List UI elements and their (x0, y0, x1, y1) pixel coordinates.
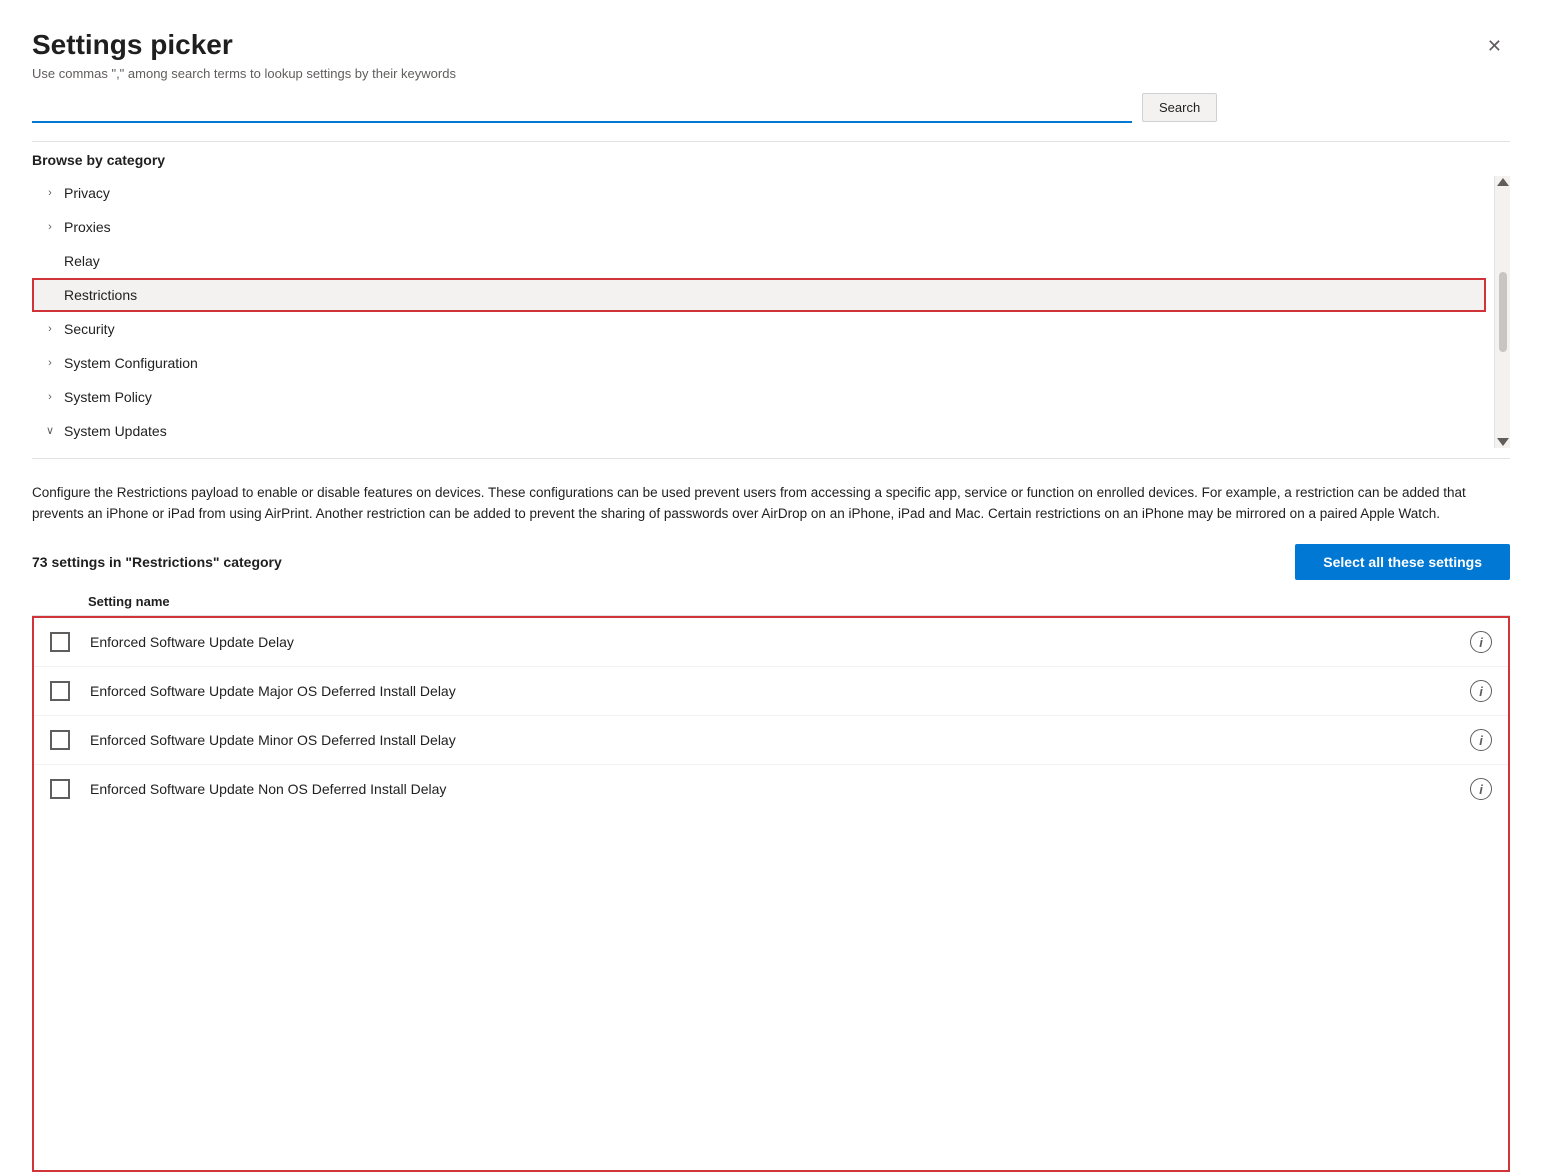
category-item-system-updates[interactable]: ∨ System Updates (32, 414, 1486, 448)
category-list: › Privacy › Proxies Relay Restrictions › Securi… (32, 176, 1494, 448)
dialog-title: Settings picker (32, 28, 233, 62)
category-scrollbar[interactable] (1494, 176, 1510, 448)
info-icon-s4[interactable]: i (1470, 778, 1492, 800)
chevron-down-icon: ∨ (42, 423, 58, 439)
category-item-security[interactable]: › Security (32, 312, 1486, 346)
dialog-subtitle: Use commas "," among search terms to loo… (32, 66, 1510, 81)
category-item-system-configuration[interactable]: › System Configuration (32, 346, 1486, 380)
close-button[interactable]: ✕ (1479, 32, 1510, 61)
setting-row: Enforced Software Update Delay i (34, 618, 1508, 667)
category-item-privacy[interactable]: › Privacy (32, 176, 1486, 210)
settings-header: 73 settings in "Restrictions" category S… (32, 544, 1510, 580)
chevron-right-icon: › (42, 389, 58, 405)
chevron-right-icon: › (42, 355, 58, 371)
setting-name-s1: Enforced Software Update Delay (90, 634, 1462, 650)
setting-row: Enforced Software Update Major OS Deferr… (34, 667, 1508, 716)
setting-checkbox-s2[interactable] (50, 681, 70, 701)
setting-name-s3: Enforced Software Update Minor OS Deferr… (90, 732, 1462, 748)
dialog-header: Settings picker ✕ (32, 28, 1510, 62)
settings-list: Enforced Software Update DelayiEnforced … (32, 616, 1510, 1172)
info-icon-s1[interactable]: i (1470, 631, 1492, 653)
settings-column-header: Setting name (32, 588, 1510, 616)
scroll-up-arrow[interactable] (1497, 178, 1509, 186)
chevron-right-icon: › (42, 219, 58, 235)
category-label-system-updates: System Updates (64, 423, 167, 439)
browse-by-category-label: Browse by category (32, 152, 1510, 168)
setting-row: Enforced Software Update Non OS Deferred… (34, 765, 1508, 813)
search-row: Search (32, 93, 1510, 123)
category-description: Configure the Restrictions payload to en… (32, 469, 1510, 535)
settings-count: 73 settings in "Restrictions" category (32, 554, 282, 570)
category-label-system-policy: System Policy (64, 389, 152, 405)
info-icon-s3[interactable]: i (1470, 729, 1492, 751)
chevron-right-icon: › (42, 321, 58, 337)
info-icon-s2[interactable]: i (1470, 680, 1492, 702)
category-item-proxies[interactable]: › Proxies (32, 210, 1486, 244)
settings-picker-dialog: Settings picker ✕ Use commas "," among s… (0, 0, 1542, 1172)
setting-checkbox-s1[interactable] (50, 632, 70, 652)
category-item-restrictions[interactable]: Restrictions (32, 278, 1486, 312)
setting-name-s2: Enforced Software Update Major OS Deferr… (90, 683, 1462, 699)
search-input[interactable] (32, 93, 1132, 123)
category-label-security: Security (64, 321, 115, 337)
category-label-system-configuration: System Configuration (64, 355, 198, 371)
category-label-restrictions: Restrictions (64, 287, 137, 303)
category-label-proxies: Proxies (64, 219, 111, 235)
section-divider (32, 458, 1510, 459)
setting-name-s4: Enforced Software Update Non OS Deferred… (90, 781, 1462, 797)
search-button[interactable]: Search (1142, 93, 1217, 122)
setting-checkbox-s4[interactable] (50, 779, 70, 799)
category-item-relay[interactable]: Relay (32, 244, 1486, 278)
scroll-thumb[interactable] (1499, 272, 1507, 352)
scroll-down-arrow[interactable] (1497, 438, 1509, 446)
category-list-area: › Privacy › Proxies Relay Restrictions › Securi… (32, 176, 1510, 448)
category-item-system-policy[interactable]: › System Policy (32, 380, 1486, 414)
top-divider (32, 141, 1510, 142)
select-all-button[interactable]: Select all these settings (1295, 544, 1510, 580)
chevron-right-icon: › (42, 185, 58, 201)
category-label-privacy: Privacy (64, 185, 110, 201)
settings-list-area: Enforced Software Update DelayiEnforced … (32, 616, 1510, 1172)
setting-checkbox-s3[interactable] (50, 730, 70, 750)
category-label-relay: Relay (64, 253, 100, 269)
setting-row: Enforced Software Update Minor OS Deferr… (34, 716, 1508, 765)
